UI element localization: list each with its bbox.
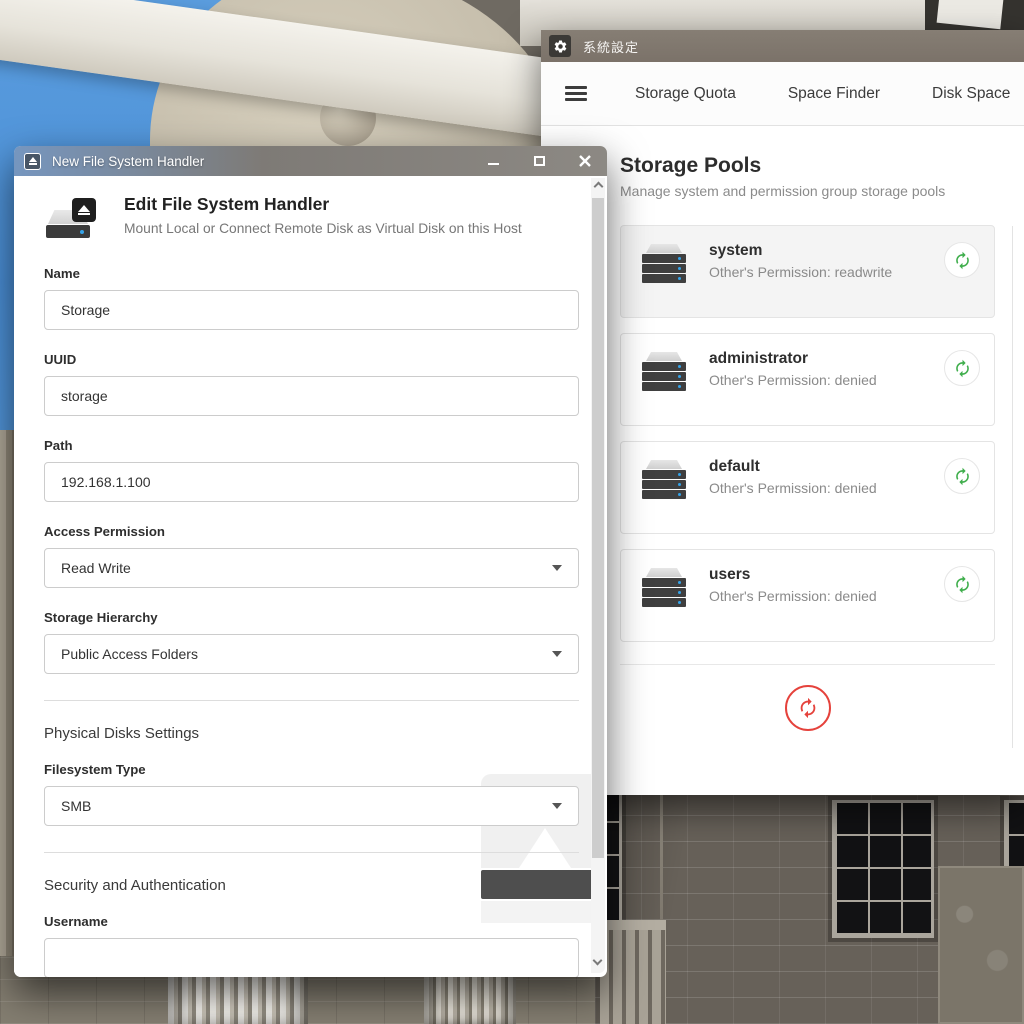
- system-settings-window: 系統設定 Storage Quota Space Finder Disk Spa…: [541, 30, 1024, 795]
- refresh-sync-icon: [953, 251, 972, 270]
- pool-permission: Other's Permission: denied: [709, 372, 944, 388]
- storage-pool-list: system Other's Permission: readwrite adm…: [620, 225, 995, 642]
- refresh-sync-icon: [953, 359, 972, 378]
- section-divider: [44, 700, 579, 701]
- pool-name: administrator: [709, 350, 944, 368]
- tab-disk-space[interactable]: Disk Space: [932, 85, 1010, 103]
- username-input[interactable]: [44, 938, 579, 977]
- uuid-input[interactable]: [44, 376, 579, 416]
- field-name: Name: [44, 266, 579, 330]
- settings-content: Storage Pools Manage system and permissi…: [541, 126, 1024, 794]
- security-section-title: Security and Authentication: [44, 877, 579, 894]
- page-title: Storage Pools: [620, 154, 1024, 178]
- settings-window-title: 系統設定: [583, 37, 639, 56]
- pool-refresh-button[interactable]: [944, 242, 980, 278]
- list-divider: [620, 664, 995, 665]
- dialog-subheading: Mount Local or Connect Remote Disk as Vi…: [124, 221, 522, 236]
- pool-name: system: [709, 242, 944, 260]
- select-value: SMB: [61, 798, 552, 814]
- access-permission-select[interactable]: Read Write: [44, 548, 579, 588]
- filesystem-type-label: Filesystem Type: [44, 762, 579, 777]
- gear-icon: [549, 35, 571, 57]
- select-value: Read Write: [61, 560, 552, 576]
- select-value: Public Access Folders: [61, 646, 552, 662]
- field-access-permission: Access Permission Read Write: [44, 524, 579, 588]
- storage-hierarchy-select[interactable]: Public Access Folders: [44, 634, 579, 674]
- tab-space-finder[interactable]: Space Finder: [788, 85, 880, 103]
- eject-drive-icon: [24, 153, 41, 170]
- chevron-down-icon: [552, 651, 562, 657]
- section-divider: [44, 852, 579, 853]
- tab-storage-quota[interactable]: Storage Quota: [635, 85, 736, 103]
- dialog-header: Edit File System Handler Mount Local or …: [44, 194, 579, 244]
- chevron-down-icon[interactable]: [593, 956, 603, 966]
- pool-card-system[interactable]: system Other's Permission: readwrite: [620, 225, 995, 318]
- server-rack-icon: [641, 244, 687, 286]
- filesystem-type-select[interactable]: SMB: [44, 786, 579, 826]
- pool-permission: Other's Permission: denied: [709, 480, 944, 496]
- settings-titlebar[interactable]: 系統設定: [541, 30, 1024, 62]
- chevron-up-icon[interactable]: [593, 182, 603, 192]
- balustrade: [600, 930, 666, 1024]
- name-label: Name: [44, 266, 579, 281]
- facade-window: [832, 800, 934, 938]
- settings-toolbar: Storage Quota Space Finder Disk Space: [541, 62, 1024, 126]
- pool-name: default: [709, 458, 944, 476]
- file-system-handler-dialog: New File System Handler Edit File System…: [14, 146, 607, 977]
- path-label: Path: [44, 438, 579, 453]
- minimize-icon[interactable]: [485, 153, 501, 169]
- access-permission-label: Access Permission: [44, 524, 579, 539]
- pool-refresh-button[interactable]: [944, 350, 980, 386]
- name-input[interactable]: [44, 290, 579, 330]
- server-rack-icon: [641, 460, 687, 502]
- disk-drive-eject-icon: [44, 198, 102, 244]
- pool-refresh-button[interactable]: [944, 566, 980, 602]
- field-username: Username: [44, 914, 579, 977]
- chevron-down-icon: [552, 803, 562, 809]
- pool-refresh-button[interactable]: [944, 458, 980, 494]
- dialog-window-title: New File System Handler: [52, 154, 485, 169]
- dialog-heading: Edit File System Handler: [124, 194, 522, 215]
- dialog-scrollbar[interactable]: [591, 178, 605, 973]
- field-filesystem-type: Filesystem Type SMB: [44, 762, 579, 826]
- pool-permission: Other's Permission: readwrite: [709, 264, 944, 280]
- physical-disks-section-title: Physical Disks Settings: [44, 725, 579, 742]
- close-icon[interactable]: [577, 153, 593, 169]
- content-divider-line: [1012, 226, 1013, 748]
- dialog-titlebar[interactable]: New File System Handler: [14, 146, 607, 176]
- server-rack-icon: [641, 352, 687, 394]
- server-rack-icon: [641, 568, 687, 610]
- username-label: Username: [44, 914, 579, 929]
- pool-name: users: [709, 566, 944, 584]
- hamburger-menu-icon[interactable]: [565, 86, 587, 101]
- page-subtitle: Manage system and permission group stora…: [620, 183, 1024, 199]
- field-storage-hierarchy: Storage Hierarchy Public Access Folders: [44, 610, 579, 674]
- path-input[interactable]: [44, 462, 579, 502]
- chevron-down-icon: [552, 565, 562, 571]
- refresh-sync-icon: [953, 575, 972, 594]
- carved-ornament-panel: [938, 866, 1024, 1024]
- uuid-label: UUID: [44, 352, 579, 367]
- pool-card-users[interactable]: users Other's Permission: denied: [620, 549, 995, 642]
- refresh-sync-icon: [953, 467, 972, 486]
- pool-permission: Other's Permission: denied: [709, 588, 944, 604]
- dialog-body: Edit File System Handler Mount Local or …: [14, 176, 591, 977]
- pool-card-administrator[interactable]: administrator Other's Permission: denied: [620, 333, 995, 426]
- refresh-sync-icon: [797, 697, 819, 719]
- storage-hierarchy-label: Storage Hierarchy: [44, 610, 579, 625]
- settings-tabs: Storage Quota Space Finder Disk Space: [635, 85, 1010, 103]
- field-uuid: UUID: [44, 352, 579, 416]
- pool-card-default[interactable]: default Other's Permission: denied: [620, 441, 995, 534]
- scrollbar-thumb[interactable]: [592, 198, 604, 858]
- maximize-icon[interactable]: [531, 153, 547, 169]
- field-path: Path: [44, 438, 579, 502]
- refresh-all-button[interactable]: [785, 685, 831, 731]
